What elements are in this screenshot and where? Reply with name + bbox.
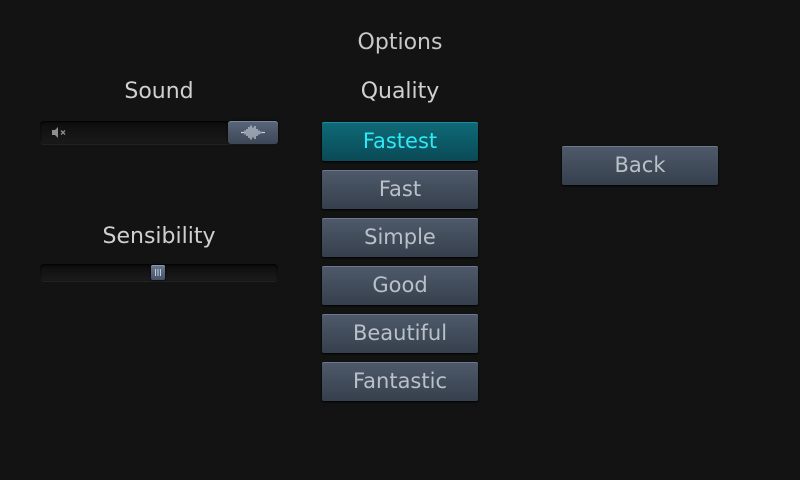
quality-fantastic-button[interactable]: Fantastic bbox=[322, 362, 478, 401]
speaker-mute-icon bbox=[52, 127, 66, 138]
sensibility-slider-thumb[interactable] bbox=[151, 265, 165, 280]
grip-icon bbox=[155, 269, 161, 276]
quality-good-button[interactable]: Good bbox=[322, 266, 478, 305]
back-button[interactable]: Back bbox=[562, 146, 718, 185]
quality-label: Quality bbox=[360, 79, 440, 104]
sound-label: Sound bbox=[124, 79, 194, 104]
quality-fast-button[interactable]: Fast bbox=[322, 170, 478, 209]
sensibility-label: Sensibility bbox=[102, 224, 216, 249]
quality-beautiful-button[interactable]: Beautiful bbox=[322, 314, 478, 353]
sound-slider-thumb[interactable] bbox=[228, 121, 278, 144]
quality-simple-button[interactable]: Simple bbox=[322, 218, 478, 257]
page-title: Options bbox=[357, 30, 443, 55]
waveform-icon bbox=[241, 125, 265, 140]
options-screen: Options Sound Sensibility Quality Fastes… bbox=[0, 0, 800, 480]
quality-fastest-button[interactable]: Fastest bbox=[322, 122, 478, 161]
